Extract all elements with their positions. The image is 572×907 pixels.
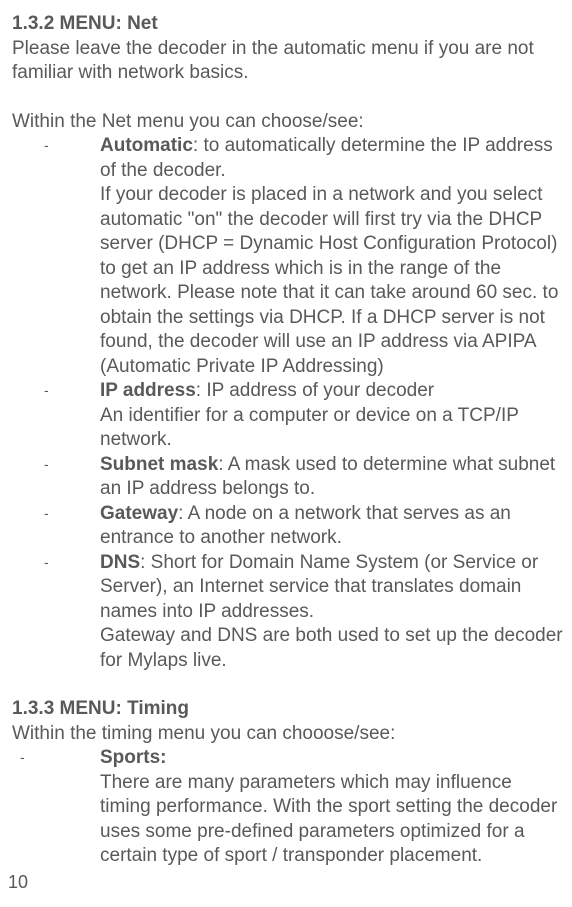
heading-net: 1.3.2 MENU: Net: [12, 12, 564, 37]
list-item-automatic: - Automatic: to automatically determine …: [68, 134, 564, 379]
item-title: DNS: [100, 552, 140, 573]
section-net: 1.3.2 MENU: Net Please leave the decoder…: [12, 12, 564, 673]
item-body: Gateway and DNS are both used to set up …: [100, 624, 564, 673]
item-title: Subnet mask: [100, 454, 218, 475]
dash-icon: -: [44, 137, 49, 153]
item-content: DNS: Short for Domain Name System (or Se…: [68, 551, 564, 674]
page-number: 10: [8, 872, 28, 893]
list-item-subnetmask: - Subnet mask: A mask used to determine …: [68, 453, 564, 502]
item-suffix: : IP address of your decoder: [196, 380, 434, 401]
list-net: - Automatic: to automatically determine …: [12, 134, 564, 673]
lead-timing: Within the timing menu you can chooose/s…: [12, 722, 564, 747]
item-body: If your decoder is placed in a network a…: [100, 183, 564, 379]
spacer: [12, 673, 564, 697]
list-item-ipaddress: - IP address: IP address of your decoder…: [68, 379, 564, 453]
heading-timing: 1.3.3 MENU: Timing: [12, 697, 564, 722]
list-item-sports: - Sports: There are many parameters whic…: [12, 746, 564, 869]
dash-icon: -: [44, 456, 49, 472]
intro-net: Please leave the decoder in the automati…: [12, 37, 564, 86]
item-title: Sports:: [100, 747, 167, 768]
section-timing: 1.3.3 MENU: Timing Within the timing men…: [12, 697, 564, 869]
item-body: An identifier for a computer or device o…: [100, 404, 564, 453]
list-item-gateway: - Gateway: A node on a network that serv…: [68, 502, 564, 551]
dash-icon: -: [44, 382, 49, 398]
dash-icon: -: [20, 749, 25, 765]
dash-icon: -: [44, 554, 49, 570]
item-content: Gateway: A node on a network that serves…: [68, 502, 564, 551]
dash-icon: -: [44, 505, 49, 521]
lead-net: Within the Net menu you can choose/see:: [12, 110, 564, 135]
list-item-dns: - DNS: Short for Domain Name System (or …: [68, 551, 564, 674]
item-title: IP address: [100, 380, 196, 401]
item-title: Gateway: [100, 503, 178, 524]
item-content: Sports: There are many parameters which …: [100, 746, 564, 869]
item-body: There are many parameters which may infl…: [100, 771, 564, 869]
item-content: Subnet mask: A mask used to determine wh…: [68, 453, 564, 502]
item-content: Automatic: to automatically determine th…: [68, 134, 564, 379]
spacer: [12, 86, 564, 110]
item-title: Automatic: [100, 135, 193, 156]
item-suffix: : Short for Domain Name System (or Servi…: [100, 552, 538, 622]
item-content: IP address: IP address of your decoder A…: [68, 379, 564, 453]
